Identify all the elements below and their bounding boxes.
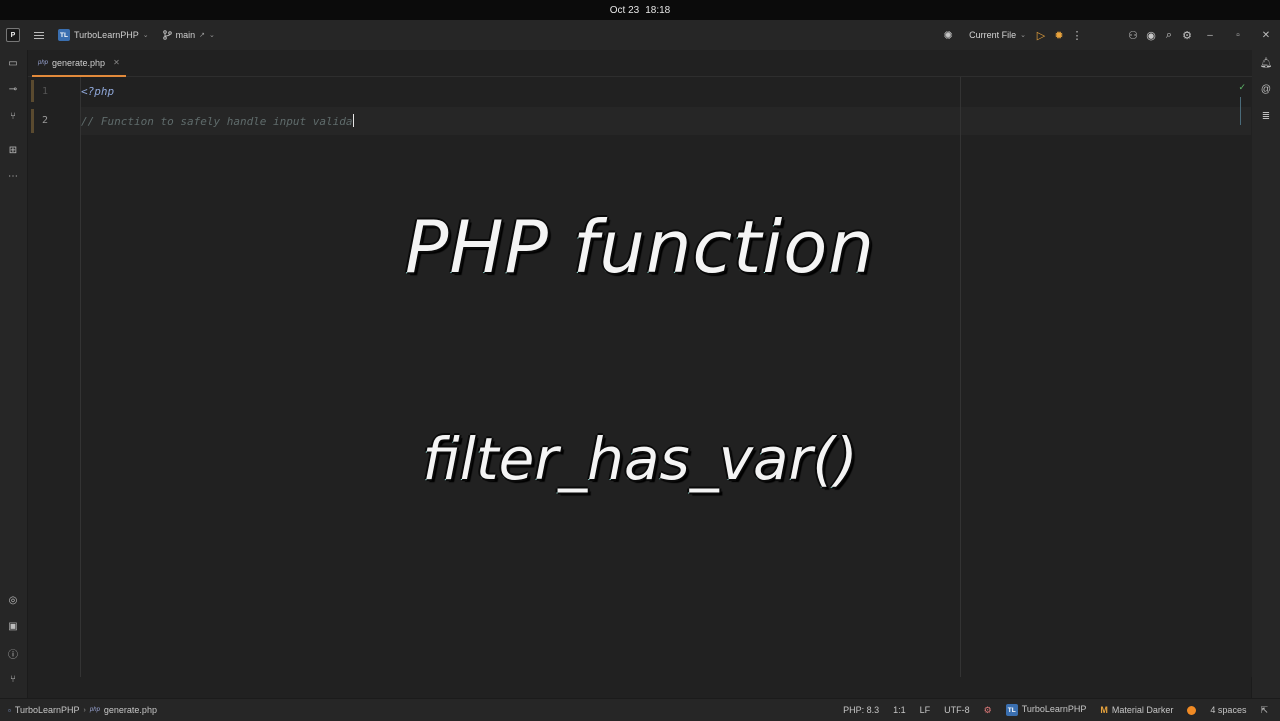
right-toolbar: 🔔︎ @ ≣ [1251,50,1280,698]
chevron-down-icon: ⌄ [1020,32,1026,39]
arrow-icon: ↗ [199,32,205,39]
theme-widget[interactable]: M Material Darker [1100,705,1173,715]
project-root-icon: ▫ [8,705,11,715]
text-caret [352,114,354,127]
run-config-selector[interactable]: Current File ⌄ [969,30,1026,40]
chevron-right-icon: › [83,706,86,714]
search-icon[interactable]: ⌕ [1160,26,1178,44]
breadcrumb: ▫ TurboLearnPHP › php generate.php [0,705,157,715]
more-actions-icon[interactable]: ⋮ [1068,26,1086,44]
close-tab-icon[interactable]: ✕ [113,58,120,67]
code-editor[interactable]: 1 2 <?php // Function to safely handle i… [28,77,1252,677]
no-problems-check-icon: ✓ [1238,82,1246,92]
plugin-name: TurboLearnPHP [1021,703,1087,714]
gutter: 1 2 [28,77,81,677]
system-date: Oct 23 [609,4,640,16]
left-toolbar: ▭ ⊸ ⑂ ⊞ ⋯ ◎ ▣ ⓘ ⑂ [0,50,28,698]
title-bar: P TL TurboLearnPHP ⌄ main ↗ ⌄ ✺ Current … [0,20,1280,50]
plugin-status[interactable]: TL TurboLearnPHP [1005,703,1087,717]
notifications-bell-icon[interactable]: 🔔︎ [1259,56,1273,70]
caret-position[interactable]: 1:1 [893,705,906,715]
system-time: 18:18 [645,4,671,16]
material-theme-icon: M [1100,705,1108,715]
run-icon[interactable]: ▷ [1032,26,1050,44]
database-icon[interactable]: ≣ [1259,109,1273,123]
php-file-icon: php [89,707,100,713]
git-branch-icon [162,30,172,40]
git-icon[interactable]: ⑂ [6,672,20,686]
more-tools-icon[interactable]: ⋯ [6,169,20,183]
minimize-button[interactable]: – [1196,30,1224,41]
services-icon[interactable]: ◎ [6,593,20,607]
project-folder-icon[interactable]: ▭ [6,56,20,70]
main-menu-icon[interactable] [34,31,44,39]
line-number: 1 [41,86,48,97]
tab-label: generate.php [52,57,106,68]
editor-tabs: php generate.php ✕ [28,50,1252,77]
breadcrumb-file[interactable]: generate.php [104,705,157,715]
phpstorm-logo-icon: P [6,28,20,42]
overlay-subtitle: filter_has_var() [422,425,858,493]
php-version[interactable]: PHP: 8.3 [843,705,879,715]
project-selector[interactable]: TL TurboLearnPHP ⌄ [58,29,149,41]
project-badge: TL [58,29,70,41]
overlay-title: PHP function [405,205,875,289]
file-encoding[interactable]: UTF-8 [944,705,970,715]
status-dot-icon[interactable] [1187,705,1197,715]
line-number: 2 [41,115,48,126]
run-config-label: Current File [969,30,1017,40]
problems-icon[interactable]: ⓘ [6,646,20,661]
pull-requests-icon[interactable]: ⑂ [6,109,20,123]
code-style-gear-icon[interactable]: ⚙ [984,705,992,716]
indent-setting[interactable]: 4 spaces [1210,705,1246,715]
debug-bug-icon[interactable]: ✺ [939,26,957,44]
php-file-icon: php [38,59,49,66]
close-window-button[interactable]: ✕ [1252,30,1280,41]
commit-icon[interactable]: ⊸ [6,82,20,96]
branch-name: main [175,30,196,40]
read-only-toggle-icon[interactable]: ⇱ [1260,705,1268,716]
breadcrumb-project[interactable]: TurboLearnPHP [15,705,80,715]
project-name: TurboLearnPHP [74,30,139,40]
code-line-1: <?php [81,85,115,98]
tab-generate-php[interactable]: php generate.php ✕ [32,50,126,77]
line-ending[interactable]: LF [920,705,931,715]
ai-assistant-icon[interactable]: ◉ [1142,26,1160,44]
debug-icon[interactable]: ✹ [1050,26,1068,44]
status-bar: ▫ TurboLearnPHP › php generate.php PHP: … [0,698,1280,721]
right-margin-guide [960,77,961,677]
structure-icon[interactable]: ⊞ [6,143,20,157]
code-with-me-icon[interactable]: ⚇ [1124,26,1142,44]
branch-selector[interactable]: main ↗ ⌄ [162,30,215,40]
chevron-down-icon: ⌄ [142,32,149,39]
theme-name: Material Darker [1111,705,1174,715]
scrollbar[interactable] [1240,97,1241,125]
system-bar: Oct 23 18:18 [0,0,1280,20]
chevron-down-icon: ⌄ [208,32,215,39]
plugin-badge: TL [1005,704,1018,717]
maximize-button[interactable]: ▫ [1224,30,1252,41]
ai-spiral-icon[interactable]: @ [1259,82,1273,96]
settings-gear-icon[interactable]: ⚙ [1178,26,1196,44]
code-line-2: // Function to safely handle input valid… [81,114,354,128]
terminal-icon[interactable]: ▣ [6,619,20,633]
comment-text: // Function to safely handle input valid… [81,115,353,128]
